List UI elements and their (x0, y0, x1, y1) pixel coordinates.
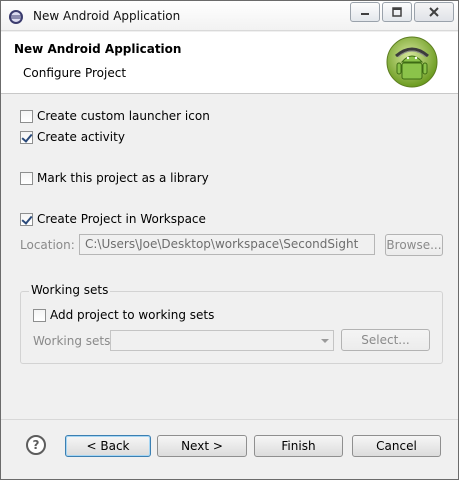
page-title: New Android Application (14, 42, 182, 56)
create-in-workspace-option[interactable]: Create Project in Workspace (20, 211, 206, 227)
location-label: Location: (20, 238, 75, 252)
footer-separator (1, 419, 458, 420)
page-subtitle: Configure Project (23, 66, 127, 80)
custom-launcher-icon-option[interactable]: Create custom launcher icon (20, 108, 210, 124)
close-icon (429, 7, 439, 17)
add-to-working-sets-option[interactable]: Add project to working sets (33, 307, 214, 323)
minimize-button[interactable] (350, 2, 380, 22)
add-to-working-sets-checkbox[interactable] (33, 308, 46, 322)
back-button[interactable]: < Back (65, 435, 151, 457)
next-button[interactable]: Next > (157, 435, 247, 457)
select-working-sets-button[interactable]: Select... (341, 329, 430, 351)
working-sets-group-title: Working sets (29, 283, 111, 297)
working-sets-label: Working sets: (33, 334, 115, 348)
maximize-icon (392, 7, 402, 17)
mark-library-label: Mark this project as a library (37, 171, 209, 185)
wizard-header: New Android Application Configure Projec… (1, 32, 458, 94)
mark-library-checkbox[interactable] (20, 171, 33, 185)
browse-button[interactable]: Browse... (385, 234, 443, 256)
eclipse-app-icon (9, 10, 23, 24)
dialog-window: New Android Application New Android Appl… (0, 0, 459, 480)
create-in-workspace-label: Create Project in Workspace (37, 212, 206, 226)
location-field[interactable]: C:\Users\Joe\Desktop\workspace\SecondSig… (79, 234, 375, 255)
chevron-down-icon (321, 339, 329, 343)
maximize-button[interactable] (382, 2, 412, 22)
window-controls (350, 2, 454, 22)
working-sets-group (20, 291, 443, 364)
title-bar: New Android Application (1, 1, 458, 31)
close-button[interactable] (414, 2, 454, 22)
mark-library-option[interactable]: Mark this project as a library (20, 170, 209, 186)
create-activity-checkbox[interactable] (20, 130, 33, 144)
create-activity-label: Create activity (37, 130, 125, 144)
android-icon (386, 36, 438, 88)
custom-launcher-icon-checkbox[interactable] (20, 109, 33, 123)
working-sets-combo[interactable] (110, 330, 334, 351)
finish-button[interactable]: Finish (254, 435, 343, 457)
create-in-workspace-checkbox[interactable] (20, 212, 33, 226)
add-to-working-sets-label: Add project to working sets (50, 308, 215, 322)
cancel-button[interactable]: Cancel (352, 435, 441, 457)
custom-launcher-icon-label: Create custom launcher icon (37, 109, 210, 123)
window-title: New Android Application (33, 9, 181, 23)
create-activity-option[interactable]: Create activity (20, 129, 125, 145)
help-icon[interactable]: ? (26, 435, 46, 455)
minimize-icon (361, 13, 369, 15)
